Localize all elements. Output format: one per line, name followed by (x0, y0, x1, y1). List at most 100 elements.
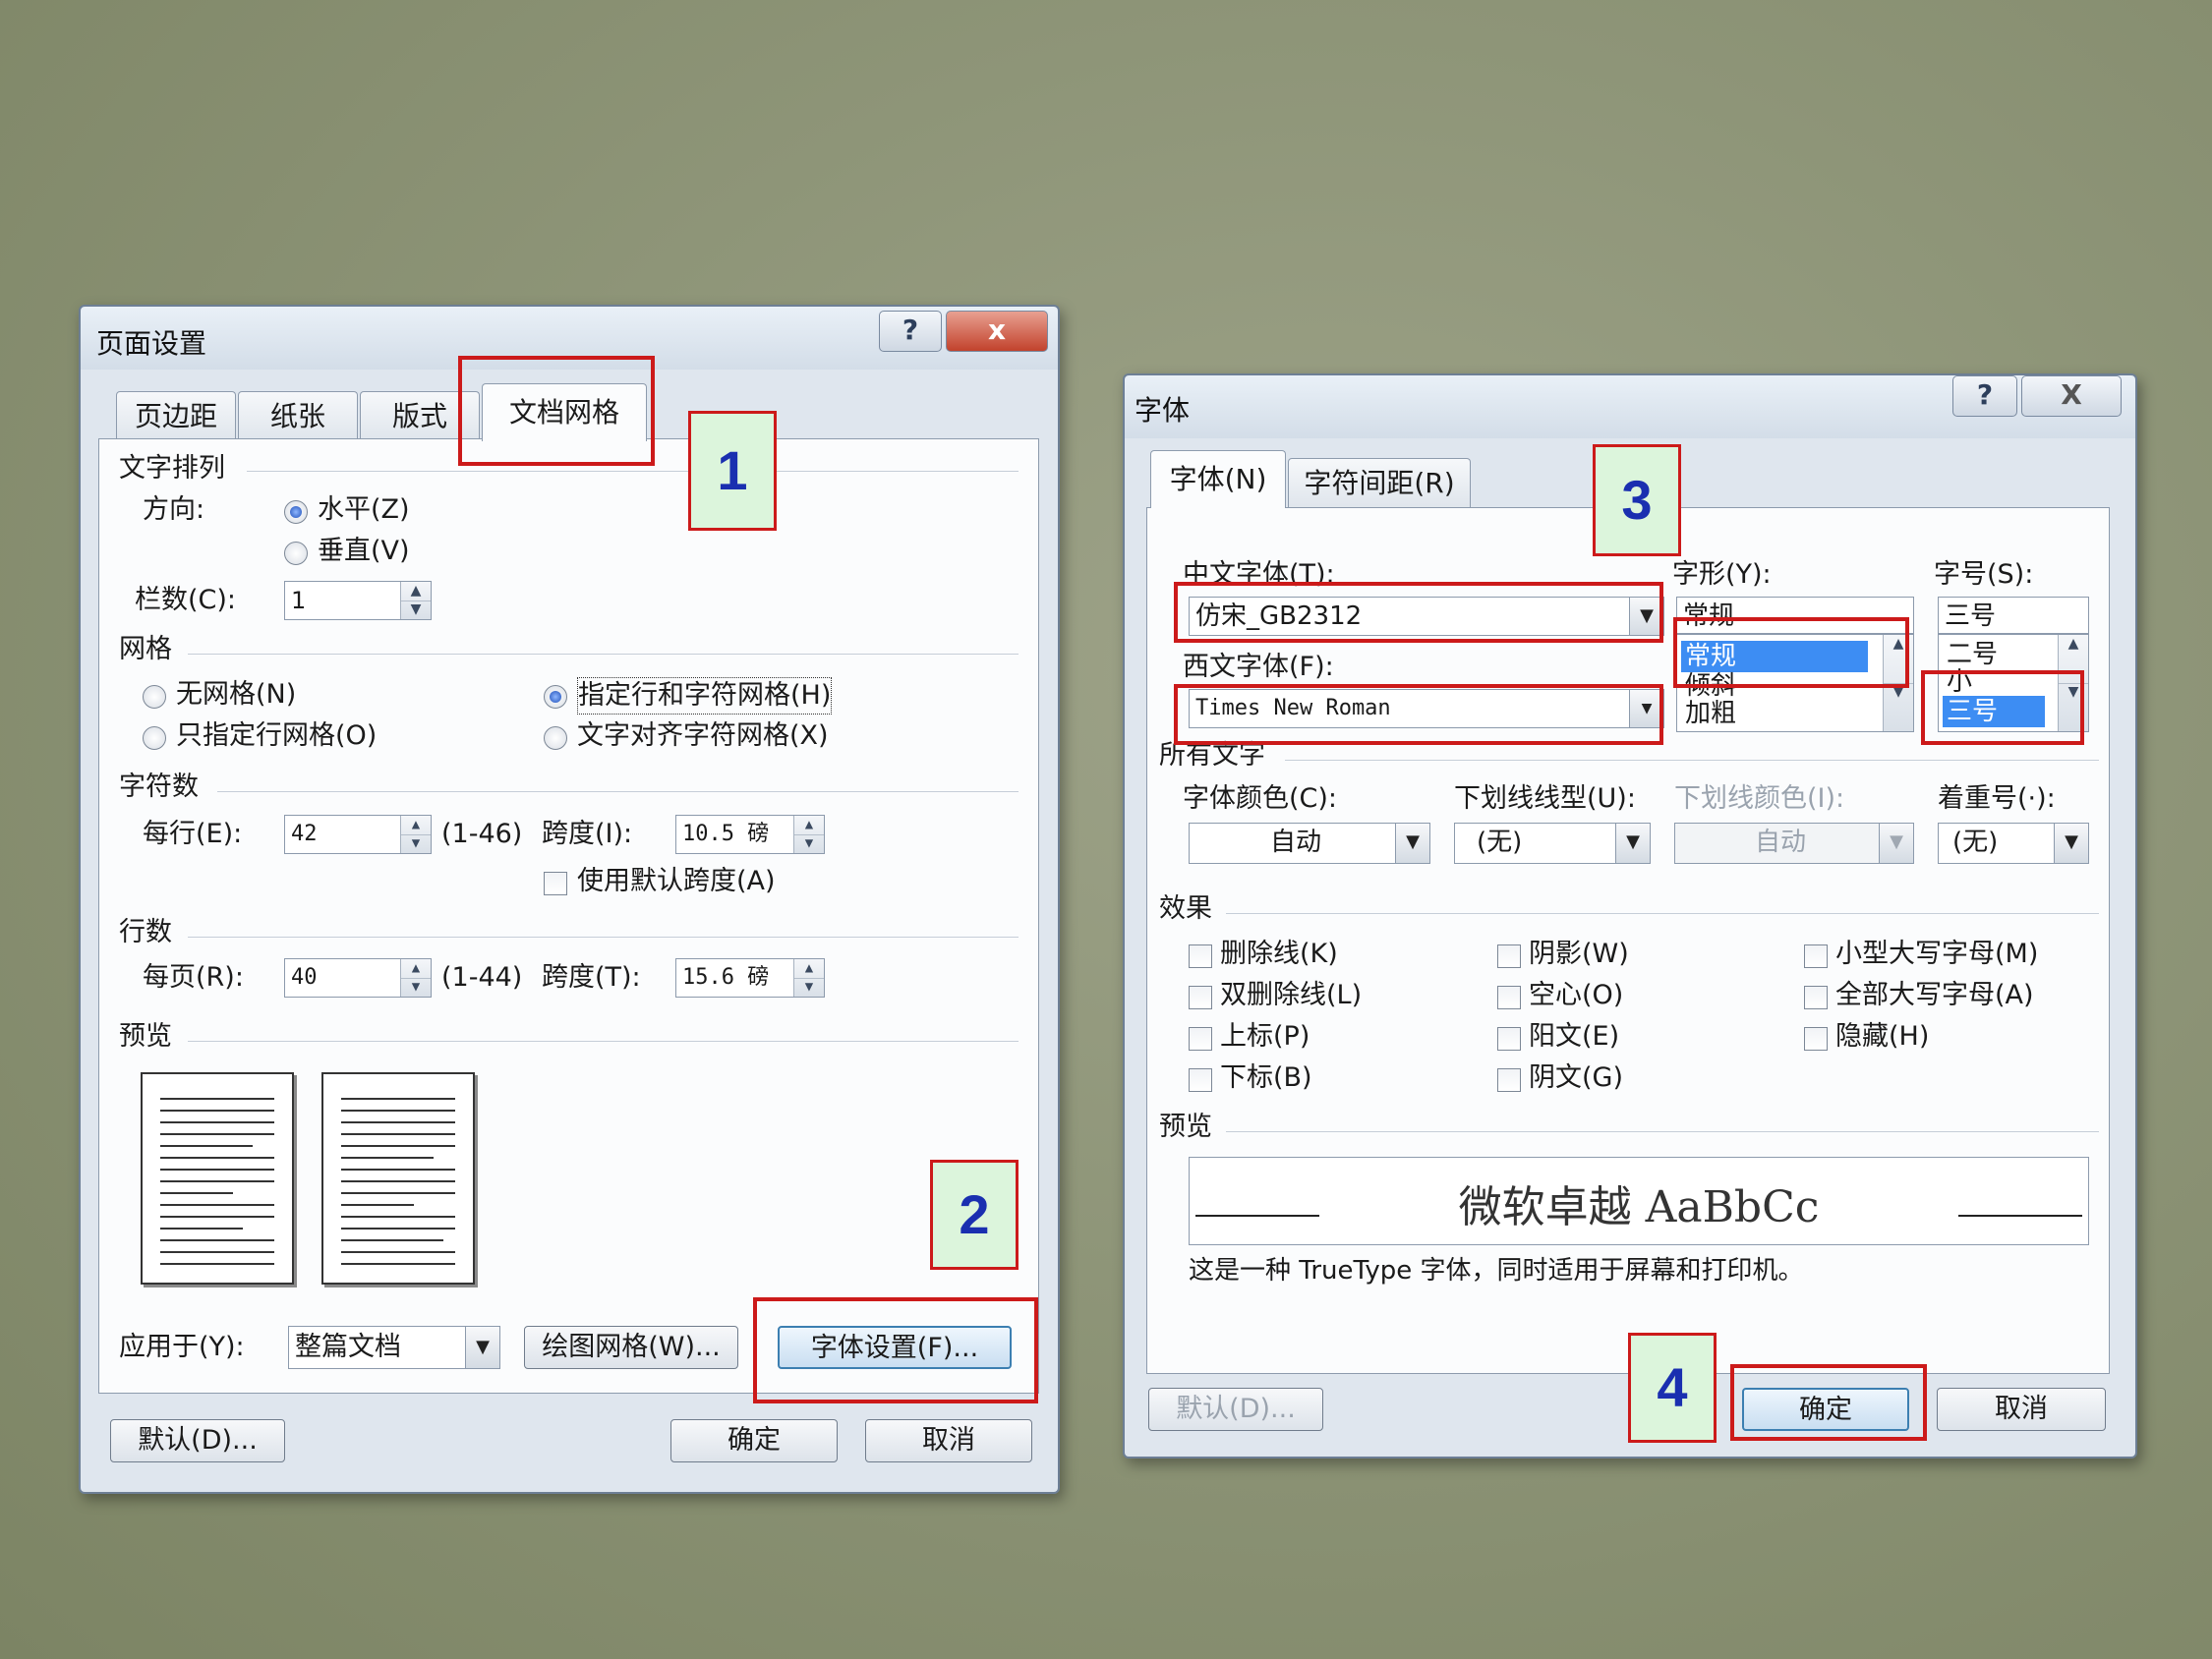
preview-page-left (141, 1072, 294, 1285)
outline-checkbox[interactable] (1497, 986, 1521, 1009)
tab-font[interactable]: 字体(N) (1150, 450, 1286, 508)
lines-section: 行数 (119, 917, 172, 947)
tab-margins[interactable]: 页边距 (116, 391, 236, 441)
chevron-down-icon[interactable]: ▼ (1879, 824, 1913, 863)
chevron-down-icon[interactable]: ▼ (1615, 824, 1650, 863)
font-default-button[interactable]: 默认(D)... (1148, 1388, 1323, 1431)
default-pitch-checkbox[interactable] (544, 872, 567, 895)
line-char-grid-label[interactable]: 指定行和字符网格(H) (577, 677, 833, 715)
chevron-down-icon[interactable]: ▼ (1395, 824, 1429, 863)
horizontal-label[interactable]: 水平(Z) (318, 492, 410, 528)
emphasis-select[interactable]: (无) ▼ (1938, 823, 2089, 864)
chars-per-line-spinner[interactable]: ▲ ▼ (400, 816, 431, 853)
grid-section: 网格 (119, 634, 172, 664)
apply-to-select[interactable]: 整篇文档 ▼ (288, 1326, 500, 1369)
char-pitch-label: 跨度(I): (542, 819, 633, 849)
engrave-label[interactable]: 阴文(G) (1529, 1060, 1623, 1096)
underline-color-label: 下划线颜色(I): (1674, 783, 1845, 814)
font-dialog-title: 字体 (1135, 394, 1191, 427)
line-pitch-input[interactable]: 15.6 磅 ▲ ▼ (675, 958, 825, 998)
char-pitch-spinner[interactable]: ▲ ▼ (793, 816, 824, 853)
cancel-button[interactable]: 取消 (865, 1419, 1032, 1462)
lines-per-page-label: 每页(R): (143, 962, 244, 993)
font-help-button[interactable]: ? (1952, 375, 2017, 417)
small-caps-label[interactable]: 小型大写字母(M) (1835, 937, 2038, 972)
list-item[interactable]: 加粗 (1685, 698, 1736, 729)
chars-section: 字符数 (119, 772, 199, 802)
tab-paper[interactable]: 纸张 (238, 391, 358, 441)
callout-4: 4 (1628, 1333, 1717, 1443)
shadow-checkbox[interactable] (1497, 944, 1521, 968)
double-strikethrough-checkbox[interactable] (1189, 986, 1212, 1009)
no-grid-radio[interactable] (143, 685, 166, 709)
emboss-checkbox[interactable] (1497, 1027, 1521, 1051)
underline-color-select[interactable]: 自动 ▼ (1674, 823, 1914, 864)
chars-per-line-input[interactable]: 42 ▲ ▼ (284, 815, 432, 854)
close-button[interactable]: x (946, 311, 1048, 352)
engrave-checkbox[interactable] (1497, 1068, 1521, 1092)
preview-section: 预览 (119, 1021, 172, 1052)
horizontal-radio[interactable] (284, 500, 308, 524)
font-preview-box: 微软卓越 AaBbCc (1189, 1157, 2089, 1245)
lines-per-page-input[interactable]: 40 ▲ ▼ (284, 958, 432, 998)
direction-label: 方向: (143, 494, 205, 525)
strikethrough-checkbox[interactable] (1189, 944, 1212, 968)
default-button[interactable]: 默认(D)... (110, 1419, 285, 1462)
western-font-label: 西文字体(F): (1183, 652, 1334, 682)
emphasis-label: 着重号(·): (1938, 783, 2056, 814)
superscript-checkbox[interactable] (1189, 1027, 1212, 1051)
line-pitch-label: 跨度(T): (542, 962, 641, 993)
ok-button[interactable]: 确定 (670, 1419, 838, 1462)
no-grid-label[interactable]: 无网格(N) (176, 677, 296, 713)
effects-section: 效果 (1159, 893, 1212, 924)
font-color-select[interactable]: 自动 ▼ (1189, 823, 1430, 864)
chevron-down-icon[interactable]: ▼ (2054, 824, 2088, 863)
drawing-grid-button[interactable]: 绘图网格(W)... (524, 1326, 738, 1369)
font-size-input[interactable]: 三号 (1938, 597, 2089, 634)
apply-to-label: 应用于(Y): (119, 1332, 245, 1362)
font-style-label: 字形(Y): (1672, 559, 1772, 590)
outline-label[interactable]: 空心(O) (1529, 978, 1623, 1013)
hidden-checkbox[interactable] (1804, 1027, 1828, 1051)
all-caps-checkbox[interactable] (1804, 986, 1828, 1009)
chevron-down-icon[interactable]: ▼ (465, 1327, 499, 1368)
preview-page-right (321, 1072, 475, 1285)
font-close-button[interactable]: X (2021, 375, 2122, 417)
help-button[interactable]: ? (879, 311, 942, 352)
strikethrough-label[interactable]: 删除线(K) (1220, 937, 1338, 972)
line-char-grid-radio[interactable] (544, 685, 567, 709)
document-grid-panel: 文字排列 方向: 水平(Z) 垂直(V) 栏数(C): 1 ▲ ▼ 网格 无网格(… (98, 438, 1039, 1394)
shadow-label[interactable]: 阴影(W) (1529, 937, 1629, 972)
char-pitch-input[interactable]: 10.5 磅 ▲ ▼ (675, 815, 825, 854)
line-pitch-spinner[interactable]: ▲ ▼ (793, 959, 824, 997)
double-strikethrough-label[interactable]: 双删除线(L) (1220, 978, 1362, 1013)
highlight-font-size (1921, 670, 2084, 745)
emboss-label[interactable]: 阳文(E) (1529, 1019, 1619, 1055)
font-cancel-button[interactable]: 取消 (1937, 1388, 2106, 1431)
char-align-grid-radio[interactable] (544, 726, 567, 750)
columns-input[interactable]: 1 ▲ ▼ (284, 581, 432, 620)
vertical-label[interactable]: 垂直(V) (318, 534, 410, 569)
page-setup-title: 页面设置 (96, 327, 207, 360)
line-grid-radio[interactable] (143, 726, 166, 750)
subscript-label[interactable]: 下标(B) (1220, 1060, 1312, 1096)
font-preview-sample: 微软卓越 AaBbCc (1458, 1182, 1820, 1232)
line-grid-label[interactable]: 只指定行网格(O) (176, 718, 377, 754)
highlight-font-style (1673, 617, 1909, 688)
font-size-label: 字号(S): (1934, 559, 2034, 590)
char-align-grid-label[interactable]: 文字对齐字符网格(X) (577, 718, 829, 754)
tab-character-spacing[interactable]: 字符间距(R) (1288, 458, 1471, 508)
chars-per-line-label: 每行(E): (143, 819, 243, 849)
subscript-checkbox[interactable] (1189, 1068, 1212, 1092)
superscript-label[interactable]: 上标(P) (1220, 1019, 1310, 1055)
lines-per-page-spinner[interactable]: ▲ ▼ (400, 959, 431, 997)
small-caps-checkbox[interactable] (1804, 944, 1828, 968)
vertical-radio[interactable] (284, 542, 308, 565)
tab-document-grid[interactable]: 文档网格 (482, 383, 647, 441)
default-pitch-label[interactable]: 使用默认跨度(A) (577, 864, 776, 899)
underline-style-select[interactable]: (无) ▼ (1454, 823, 1651, 864)
chars-range: (1-46) (441, 819, 523, 849)
all-caps-label[interactable]: 全部大写字母(A) (1835, 978, 2034, 1013)
hidden-label[interactable]: 隐藏(H) (1835, 1019, 1929, 1055)
columns-spinner[interactable]: ▲ ▼ (400, 582, 431, 619)
